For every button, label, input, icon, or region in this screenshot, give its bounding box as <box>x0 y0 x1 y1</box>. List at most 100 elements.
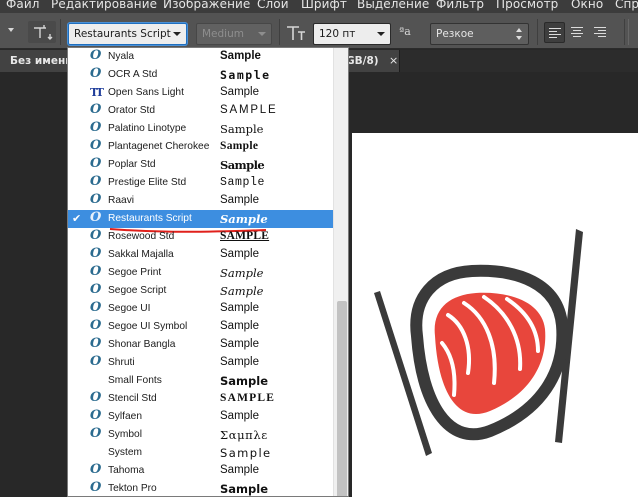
font-name: Restaurants Script <box>108 213 192 224</box>
font-name: OCR A Std <box>108 69 158 80</box>
font-name: Segoe UI <box>108 303 151 314</box>
menu-view[interactable]: Просмотр <box>496 0 558 11</box>
font-list-item[interactable]: O Tekton Pro Sample <box>68 480 333 496</box>
font-list-item[interactable]: O Segoe UI Sample <box>68 300 333 318</box>
font-list-item[interactable]: O Segoe Print Sample <box>68 264 333 282</box>
font-list-item[interactable]: O Plantagenet Cherokee Sample <box>68 138 333 156</box>
font-size-select[interactable]: 120 пт <box>313 23 391 45</box>
antialias-select[interactable]: Резкое <box>430 23 529 45</box>
font-name: Sakkal Majalla <box>108 249 174 260</box>
font-sample: Sample <box>220 482 268 496</box>
updown-icon[interactable] <box>516 28 523 40</box>
font-style-select[interactable]: Medium <box>196 23 272 45</box>
font-name: Stencil Std <box>108 393 157 404</box>
align-right-button[interactable] <box>590 22 611 43</box>
font-family-select[interactable]: Restaurants Script <box>68 23 187 45</box>
menu-layers[interactable]: Слои <box>257 0 289 11</box>
menu-edit[interactable]: Редактирование <box>51 0 157 11</box>
font-list-item[interactable]: O Shruti Sample <box>68 354 333 372</box>
font-sample: Sample <box>220 446 272 460</box>
scrollbar-thumb[interactable] <box>337 301 347 496</box>
font-list-item[interactable]: O Raavi Sample <box>68 192 333 210</box>
opentype-icon: O <box>90 228 102 243</box>
font-list-item[interactable]: O Shonar Bangla Sample <box>68 336 333 354</box>
font-size-icon <box>287 26 305 40</box>
font-sample: Σαμπλε <box>220 428 268 442</box>
sushi-logo-artwork <box>374 229 583 456</box>
font-list-item[interactable]: O Sakkal Majalla Sample <box>68 246 333 264</box>
checkmark-icon: ✔ <box>72 212 82 225</box>
font-sample: Sample <box>220 122 264 136</box>
font-list-item[interactable]: O Tahoma Sample <box>68 462 333 480</box>
font-style-value: Medium <box>202 28 244 40</box>
chevron-down-icon[interactable] <box>168 24 186 44</box>
font-sample: Sample <box>220 248 259 260</box>
font-list-item[interactable]: O Sylfaen Sample <box>68 408 333 426</box>
align-center-button[interactable] <box>567 22 588 43</box>
font-family-dropdown[interactable]: O Nyala Sample O OCR A Std Sample TT Open Sans … <box>67 47 349 497</box>
font-name: System <box>108 447 142 458</box>
menu-image[interactable]: Изображение <box>163 0 250 11</box>
font-name: Palatino Linotype <box>108 123 187 134</box>
chevron-down-icon[interactable] <box>372 24 390 44</box>
align-left-button[interactable] <box>544 22 565 43</box>
font-list-item[interactable]: O Rosewood Std SAMPLE <box>68 228 333 246</box>
menu-filter[interactable]: Фильтр <box>436 0 484 11</box>
font-name: Symbol <box>108 429 142 440</box>
font-sample: Sample <box>220 212 268 226</box>
font-list-item[interactable]: O Poplar Std Sample <box>68 156 333 174</box>
font-name: Nyala <box>108 51 135 62</box>
font-list-item[interactable]: ✔ O Restaurants Script Sample <box>68 210 333 233</box>
font-name: Shonar Bangla <box>108 339 176 350</box>
scrollbar[interactable] <box>333 48 348 496</box>
menu-select[interactable]: Выделение <box>357 0 429 11</box>
opentype-icon: O <box>90 66 102 81</box>
opentype-icon: O <box>90 480 102 495</box>
font-sample: Sample <box>220 140 259 152</box>
font-list-item[interactable]: O Nyala Sample <box>68 48 333 66</box>
font-list-item[interactable]: O Segoe UI Symbol Sample <box>68 318 333 336</box>
opentype-icon: O <box>90 336 102 351</box>
font-name: Rosewood Std <box>108 231 175 242</box>
opentype-icon: O <box>90 210 102 225</box>
antialias-value: Резкое <box>436 28 474 40</box>
chevron-down-icon[interactable] <box>253 24 271 44</box>
font-list-item[interactable]: O Symbol Σαμπλε <box>68 426 333 444</box>
font-list-item[interactable]: Small Fonts Sample <box>68 372 333 390</box>
menu-help[interactable]: Спр <box>615 0 638 11</box>
font-name: Open Sans Light <box>108 87 184 98</box>
tool-preset-arrow-icon[interactable] <box>8 28 14 32</box>
font-sample: Sample <box>220 320 259 332</box>
font-list-item[interactable]: O OCR A Std Sample <box>68 66 333 84</box>
font-sample: SAMPLE <box>220 230 270 242</box>
font-name: Tekton Pro <box>108 483 157 494</box>
font-list-item[interactable]: O Stencil Std SAMPLE <box>68 390 333 408</box>
opentype-icon: O <box>90 354 102 369</box>
font-name: Shruti <box>108 357 135 368</box>
options-bar: Restaurants Script Medium 120 пт ªa Резк… <box>0 13 638 49</box>
opentype-icon: O <box>90 138 102 153</box>
font-list-item[interactable]: O Orator Std SAMPLE <box>68 102 333 120</box>
font-sample: Sample <box>220 158 265 172</box>
menu-file[interactable]: Файл <box>6 0 40 11</box>
text-orientation-icon[interactable] <box>28 21 56 43</box>
opentype-icon: O <box>90 390 102 405</box>
opentype-icon: O <box>90 246 102 261</box>
font-list-item[interactable]: O Segoe Script Sample <box>68 282 333 300</box>
font-sample: Sample <box>220 410 259 422</box>
opentype-icon: O <box>90 48 102 63</box>
opentype-icon: O <box>90 408 102 423</box>
font-list-item[interactable]: System Sample <box>68 444 333 462</box>
font-list-item[interactable]: O Palatino Linotype Sample <box>68 120 333 138</box>
antialias-icon: ªa <box>399 25 411 38</box>
document-tab-mode: GB/8) <box>346 55 379 67</box>
close-icon[interactable]: × <box>389 54 398 67</box>
opentype-icon: O <box>90 318 102 333</box>
font-list-item[interactable]: TT Open Sans Light Sample <box>68 84 333 102</box>
font-sample: Sample <box>220 338 259 350</box>
font-list-item[interactable]: O Prestige Elite Std Sample <box>68 174 333 192</box>
menu-type[interactable]: Шрифт <box>301 0 347 11</box>
font-sample: Sample <box>220 284 264 298</box>
menu-window[interactable]: Окно <box>571 0 603 11</box>
truetype-icon: TT <box>90 86 104 99</box>
